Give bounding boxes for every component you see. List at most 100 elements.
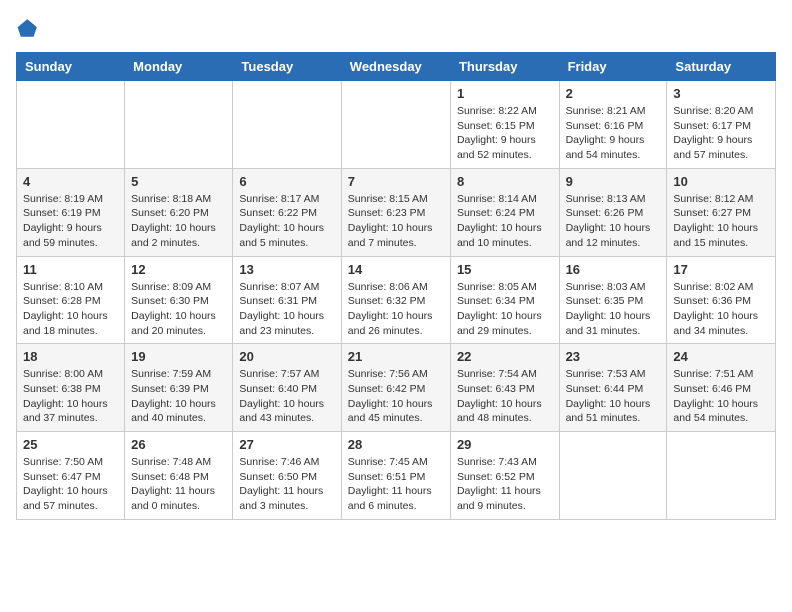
day-info: Sunrise: 7:51 AM Sunset: 6:46 PM Dayligh… <box>673 367 769 426</box>
calendar-week-row: 1 Sunrise: 8:22 AM Sunset: 6:15 PM Daylig… <box>17 81 776 169</box>
day-number: 9 <box>566 174 661 189</box>
calendar-week-row: 4 Sunrise: 8:19 AM Sunset: 6:19 PM Daylig… <box>17 168 776 256</box>
calendar-cell <box>233 81 341 169</box>
weekday-header-cell: Friday <box>559 53 667 81</box>
day-info: Sunrise: 8:13 AM Sunset: 6:26 PM Dayligh… <box>566 192 661 251</box>
day-number: 17 <box>673 262 769 277</box>
calendar-cell <box>125 81 233 169</box>
day-info: Sunrise: 7:50 AM Sunset: 6:47 PM Dayligh… <box>23 455 118 514</box>
day-info: Sunrise: 7:43 AM Sunset: 6:52 PM Dayligh… <box>457 455 553 514</box>
day-number: 15 <box>457 262 553 277</box>
day-info: Sunrise: 8:18 AM Sunset: 6:20 PM Dayligh… <box>131 192 226 251</box>
day-number: 26 <box>131 437 226 452</box>
calendar-cell: 15 Sunrise: 8:05 AM Sunset: 6:34 PM Dayli… <box>450 256 559 344</box>
day-info: Sunrise: 8:05 AM Sunset: 6:34 PM Dayligh… <box>457 280 553 339</box>
day-info: Sunrise: 7:53 AM Sunset: 6:44 PM Dayligh… <box>566 367 661 426</box>
calendar-week-row: 11 Sunrise: 8:10 AM Sunset: 6:28 PM Dayli… <box>17 256 776 344</box>
day-number: 20 <box>239 349 334 364</box>
weekday-header-cell: Sunday <box>17 53 125 81</box>
calendar-cell: 26 Sunrise: 7:48 AM Sunset: 6:48 PM Dayli… <box>125 432 233 520</box>
weekday-header-cell: Saturday <box>667 53 776 81</box>
calendar-cell: 3 Sunrise: 8:20 AM Sunset: 6:17 PM Daylig… <box>667 81 776 169</box>
logo <box>16 16 44 40</box>
day-number: 10 <box>673 174 769 189</box>
day-info: Sunrise: 8:20 AM Sunset: 6:17 PM Dayligh… <box>673 104 769 163</box>
day-info: Sunrise: 7:56 AM Sunset: 6:42 PM Dayligh… <box>348 367 444 426</box>
day-info: Sunrise: 7:54 AM Sunset: 6:43 PM Dayligh… <box>457 367 553 426</box>
day-info: Sunrise: 7:45 AM Sunset: 6:51 PM Dayligh… <box>348 455 444 514</box>
day-number: 24 <box>673 349 769 364</box>
day-info: Sunrise: 8:21 AM Sunset: 6:16 PM Dayligh… <box>566 104 661 163</box>
calendar-week-row: 25 Sunrise: 7:50 AM Sunset: 6:47 PM Dayli… <box>17 432 776 520</box>
day-number: 2 <box>566 86 661 101</box>
calendar-cell: 19 Sunrise: 7:59 AM Sunset: 6:39 PM Dayli… <box>125 344 233 432</box>
day-info: Sunrise: 8:09 AM Sunset: 6:30 PM Dayligh… <box>131 280 226 339</box>
day-number: 27 <box>239 437 334 452</box>
day-info: Sunrise: 8:00 AM Sunset: 6:38 PM Dayligh… <box>23 367 118 426</box>
calendar-cell: 4 Sunrise: 8:19 AM Sunset: 6:19 PM Daylig… <box>17 168 125 256</box>
calendar-cell: 7 Sunrise: 8:15 AM Sunset: 6:23 PM Daylig… <box>341 168 450 256</box>
day-info: Sunrise: 8:12 AM Sunset: 6:27 PM Dayligh… <box>673 192 769 251</box>
calendar-cell: 18 Sunrise: 8:00 AM Sunset: 6:38 PM Dayli… <box>17 344 125 432</box>
calendar-cell: 1 Sunrise: 8:22 AM Sunset: 6:15 PM Daylig… <box>450 81 559 169</box>
day-number: 7 <box>348 174 444 189</box>
day-info: Sunrise: 8:14 AM Sunset: 6:24 PM Dayligh… <box>457 192 553 251</box>
logo-icon <box>16 16 40 40</box>
calendar-cell <box>667 432 776 520</box>
day-info: Sunrise: 8:17 AM Sunset: 6:22 PM Dayligh… <box>239 192 334 251</box>
calendar-cell: 17 Sunrise: 8:02 AM Sunset: 6:36 PM Dayli… <box>667 256 776 344</box>
day-info: Sunrise: 8:02 AM Sunset: 6:36 PM Dayligh… <box>673 280 769 339</box>
day-number: 29 <box>457 437 553 452</box>
day-number: 23 <box>566 349 661 364</box>
day-number: 4 <box>23 174 118 189</box>
calendar-cell: 13Sunrise: 8:07 AM Sunset: 6:31 PM Dayli… <box>233 256 341 344</box>
day-info: Sunrise: 8:06 AM Sunset: 6:32 PM Dayligh… <box>348 280 444 339</box>
day-info: Sunrise: 7:48 AM Sunset: 6:48 PM Dayligh… <box>131 455 226 514</box>
day-number: 28 <box>348 437 444 452</box>
page-header <box>16 16 776 40</box>
day-number: 6 <box>239 174 334 189</box>
calendar-cell: 6 Sunrise: 8:17 AM Sunset: 6:22 PM Daylig… <box>233 168 341 256</box>
day-number: 16 <box>566 262 661 277</box>
calendar-cell: 11 Sunrise: 8:10 AM Sunset: 6:28 PM Dayli… <box>17 256 125 344</box>
day-number: 22 <box>457 349 553 364</box>
calendar-cell: 10 Sunrise: 8:12 AM Sunset: 6:27 PM Dayli… <box>667 168 776 256</box>
calendar-cell: 23 Sunrise: 7:53 AM Sunset: 6:44 PM Dayli… <box>559 344 667 432</box>
calendar-cell: 29 Sunrise: 7:43 AM Sunset: 6:52 PM Dayli… <box>450 432 559 520</box>
day-info: Sunrise: 8:03 AM Sunset: 6:35 PM Dayligh… <box>566 280 661 339</box>
day-number: 1 <box>457 86 553 101</box>
calendar-cell: 14 Sunrise: 8:06 AM Sunset: 6:32 PM Dayli… <box>341 256 450 344</box>
calendar-cell: 16 Sunrise: 8:03 AM Sunset: 6:35 PM Dayli… <box>559 256 667 344</box>
day-info: Sunrise: 8:10 AM Sunset: 6:28 PM Dayligh… <box>23 280 118 339</box>
day-number: 19 <box>131 349 226 364</box>
day-info: Sunrise: 7:46 AM Sunset: 6:50 PM Dayligh… <box>239 455 334 514</box>
weekday-header-cell: Wednesday <box>341 53 450 81</box>
calendar-table: SundayMondayTuesdayWednesdayThursdayFrid… <box>16 52 776 520</box>
day-info: Sunrise: 8:19 AM Sunset: 6:19 PM Dayligh… <box>23 192 118 251</box>
day-number: 21 <box>348 349 444 364</box>
calendar-body: 1 Sunrise: 8:22 AM Sunset: 6:15 PM Daylig… <box>17 81 776 520</box>
calendar-cell: 2 Sunrise: 8:21 AM Sunset: 6:16 PM Daylig… <box>559 81 667 169</box>
calendar-cell: 9 Sunrise: 8:13 AM Sunset: 6:26 PM Daylig… <box>559 168 667 256</box>
weekday-header-cell: Thursday <box>450 53 559 81</box>
calendar-cell <box>17 81 125 169</box>
day-number: 12 <box>131 262 226 277</box>
day-number: 25 <box>23 437 118 452</box>
day-info: Sunrise: 8:22 AM Sunset: 6:15 PM Dayligh… <box>457 104 553 163</box>
calendar-cell <box>559 432 667 520</box>
day-number: 5 <box>131 174 226 189</box>
day-info: Sunrise: 8:07 AM Sunset: 6:31 PM Dayligh… <box>239 280 334 339</box>
calendar-cell: 27 Sunrise: 7:46 AM Sunset: 6:50 PM Dayli… <box>233 432 341 520</box>
day-info: Sunrise: 7:59 AM Sunset: 6:39 PM Dayligh… <box>131 367 226 426</box>
weekday-header-cell: Tuesday <box>233 53 341 81</box>
day-info: Sunrise: 8:15 AM Sunset: 6:23 PM Dayligh… <box>348 192 444 251</box>
day-number: 3 <box>673 86 769 101</box>
calendar-cell: 20 Sunrise: 7:57 AM Sunset: 6:40 PM Dayli… <box>233 344 341 432</box>
calendar-cell: 8 Sunrise: 8:14 AM Sunset: 6:24 PM Daylig… <box>450 168 559 256</box>
day-number: 14 <box>348 262 444 277</box>
day-number: 11 <box>23 262 118 277</box>
weekday-header-cell: Monday <box>125 53 233 81</box>
day-number: 8 <box>457 174 553 189</box>
day-info: Sunrise: 7:57 AM Sunset: 6:40 PM Dayligh… <box>239 367 334 426</box>
day-number: 18 <box>23 349 118 364</box>
